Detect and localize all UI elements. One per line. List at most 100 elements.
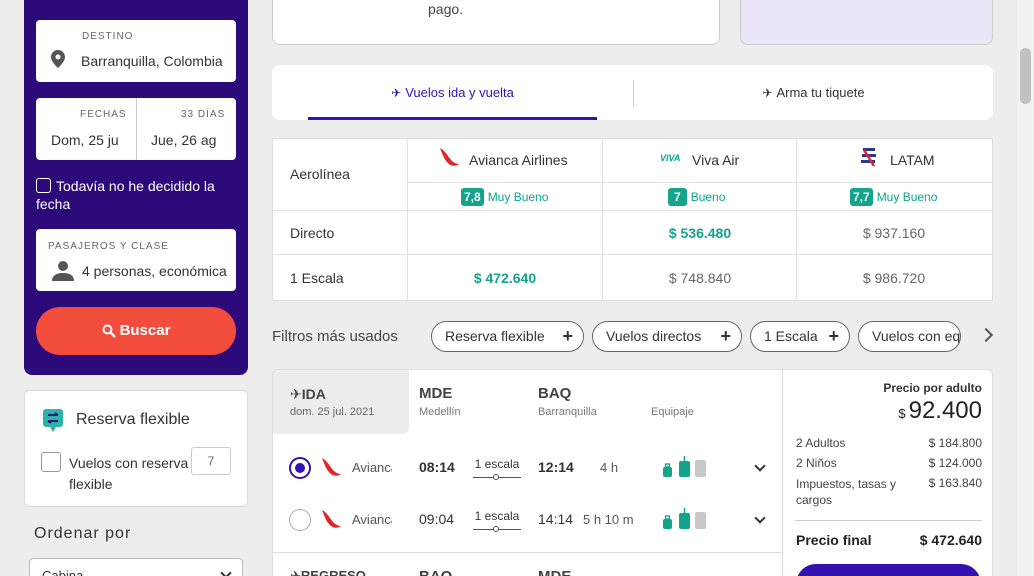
chevron-right-icon[interactable] — [978, 327, 994, 343]
chevron-down-icon[interactable] — [754, 460, 766, 472]
flight-duration: 5 h 10 m — [583, 512, 634, 527]
buy-button[interactable] — [796, 564, 981, 576]
matrix-price[interactable]: $ 748.840 — [603, 270, 797, 286]
currency-symbol: $ — [898, 406, 906, 421]
return-origin-code: BAQ — [419, 568, 452, 576]
filter-chip-direct[interactable]: Vuelos directos + — [592, 321, 742, 352]
flexible-title: Reserva flexible — [76, 411, 190, 428]
chip-label: Vuelos con equipaje — [872, 328, 961, 344]
dates-field: FECHAS Dom, 25 ju 33 DÍAS Jue, 26 ag — [36, 98, 236, 160]
stop-dot — [493, 474, 499, 480]
plane-icon: ✈ — [391, 86, 402, 100]
trip-type-tabs: ✈ Vuelos ida y vuelta ✈ Arma tu tiquete — [272, 65, 993, 120]
score-badge: 7,8 — [461, 188, 484, 206]
chevron-down-icon[interactable] — [754, 512, 766, 524]
plus-icon: + — [720, 326, 731, 346]
price-line: 2 Niños $ 124.000 — [796, 456, 982, 470]
dest-code: BAQ — [538, 385, 572, 402]
undecided-checkbox[interactable] — [36, 178, 51, 193]
rating-avianca: 7,8 Muy Bueno — [461, 188, 548, 206]
matrix-price[interactable]: $ 536.480 — [603, 225, 797, 241]
promo-card — [740, 0, 993, 45]
destination-field[interactable]: DESTINO Barranquilla, Colombia — [36, 20, 236, 82]
rating-label: Muy Bueno — [487, 190, 549, 204]
filter-chip-one-stop[interactable]: 1 Escala + — [750, 321, 850, 352]
avianca-logo-icon — [440, 148, 459, 166]
price-line-value: $ 124.000 — [928, 456, 982, 470]
person-icon — [52, 261, 74, 281]
flight-search-page: DESTINO Barranquilla, Colombia FECHAS Do… — [0, 0, 1034, 576]
matrix-divider — [407, 182, 993, 183]
origin-city: Medellín — [419, 406, 461, 418]
flight-select-radio[interactable] — [289, 457, 311, 479]
scrollbar[interactable] — [1017, 0, 1034, 576]
undecided-date-option[interactable]: Todavía no he decidido la fecha — [36, 177, 241, 213]
final-price-label: Precio final — [796, 532, 872, 548]
stop-dot — [493, 526, 499, 532]
flight-result-card: ✈IDA dom. 25 jul. 2021 MDE Medellín BAQ … — [272, 369, 993, 576]
outbound-date: dom. 25 jul. 2021 — [290, 406, 375, 418]
tab-round-trip-label: Vuelos ida y vuelta — [405, 85, 514, 100]
flexible-checkbox[interactable] — [41, 452, 61, 472]
return-dest-code: MDE — [538, 568, 571, 576]
destination-value: Barranquilla, Colombia — [81, 53, 223, 69]
viva-logo-icon: VIVA — [660, 153, 681, 163]
filter-chip-baggage[interactable]: Vuelos con equipaje — [858, 321, 961, 352]
matrix-price[interactable]: $ 986.720 — [797, 270, 991, 286]
search-button[interactable]: Buscar — [36, 307, 236, 355]
matrix-price[interactable]: $ 937.160 — [797, 225, 991, 241]
airline-name-latam[interactable]: LATAM — [890, 152, 935, 168]
matrix-price[interactable]: $ 472.640 — [408, 270, 602, 286]
matrix-divider — [273, 254, 993, 255]
date-from-field[interactable]: FECHAS Dom, 25 ju — [36, 98, 136, 160]
price-line: 2 Adultos $ 184.800 — [796, 436, 982, 450]
days-count-label: 33 DÍAS — [181, 109, 226, 120]
tab-round-trip[interactable]: ✈ Vuelos ida y vuelta — [308, 65, 597, 120]
sort-selected: Cabina — [42, 568, 84, 576]
search-button-label: Buscar — [119, 322, 171, 339]
chip-label: Reserva flexible — [445, 328, 545, 344]
flexible-calendar-icon — [43, 409, 63, 432]
rating-label: Muy Bueno — [876, 190, 938, 204]
airline-name-avianca[interactable]: Avianca Airlines — [469, 152, 568, 168]
airline-name-viva[interactable]: Viva Air — [692, 152, 739, 168]
score-badge: 7 — [668, 188, 687, 206]
price-line: Impuestos, tasas y cargos $ 163.840 — [796, 476, 982, 508]
section-divider — [273, 552, 782, 553]
plane-icon: ✈ — [290, 386, 302, 402]
passengers-value: 4 personas, económica — [82, 263, 227, 279]
stops-label[interactable]: 1 escala — [471, 509, 523, 523]
flight-select-radio[interactable] — [289, 509, 311, 531]
chevron-down-icon — [220, 567, 232, 576]
filter-chip-flexible[interactable]: Reserva flexible + — [431, 321, 584, 352]
return-label: ✈REGRESO — [290, 568, 366, 576]
departure-time: 09:04 — [419, 511, 455, 527]
flight-airline: Avianca — [352, 460, 392, 475]
avianca-logo-icon — [322, 458, 341, 476]
undecided-label: Todavía no he decidido la fecha — [36, 178, 215, 212]
price-breakdown: Precio por adulto $92.400 2 Adultos $ 184… — [783, 370, 994, 576]
stops-label[interactable]: 1 escala — [471, 457, 523, 471]
date-to-value: Jue, 26 ag — [151, 132, 217, 148]
arrival-time: 12:14 — [538, 459, 574, 475]
sort-select[interactable]: Cabina — [29, 558, 243, 576]
baggage-icon — [663, 508, 706, 529]
plus-icon: + — [828, 326, 839, 346]
passengers-field[interactable]: PASAJEROS Y CLASE 4 personas, económica — [36, 229, 236, 291]
info-card: pago. — [272, 0, 720, 45]
rating-viva: 7 Bueno — [668, 188, 725, 206]
filters-title: Filtros más usados — [272, 328, 398, 345]
origin-code: MDE — [419, 385, 453, 402]
score-badge: 7,7 — [850, 188, 873, 206]
destination-label: DESTINO — [82, 31, 134, 42]
avianca-logo-icon — [322, 510, 341, 528]
scrollbar-thumb[interactable] — [1020, 48, 1031, 104]
chip-label: 1 Escala — [764, 328, 818, 344]
flexible-option-label: Vuelos con reserva flexible — [69, 455, 189, 492]
tab-build-ticket[interactable]: ✈ Arma tu tiquete — [634, 65, 993, 120]
flexible-count: 7 — [191, 447, 231, 475]
price-line-label: Impuestos, tasas y cargos — [796, 477, 897, 507]
outbound-header: ✈IDA dom. 25 jul. 2021 — [273, 370, 409, 434]
date-to-field[interactable]: 33 DÍAS Jue, 26 ag — [136, 98, 236, 160]
final-price-value: $ 472.640 — [919, 532, 982, 548]
